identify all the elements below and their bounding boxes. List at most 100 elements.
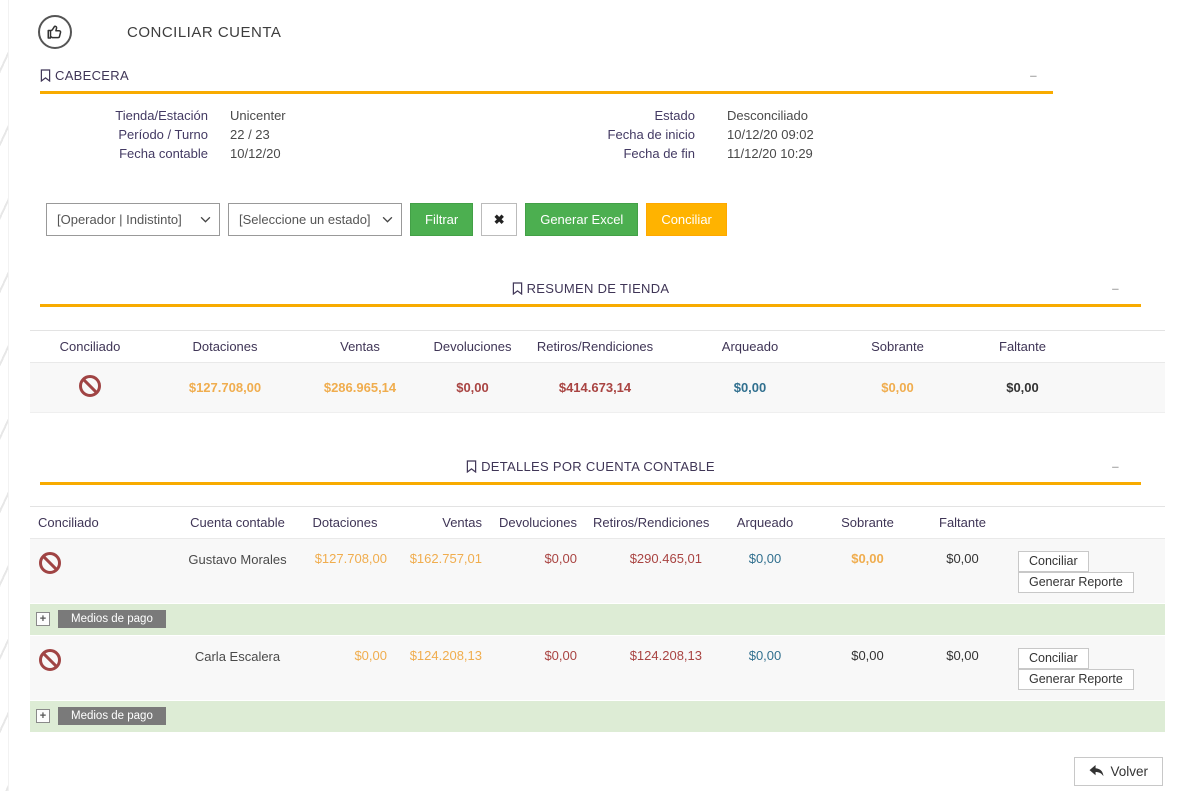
chevron-down-icon [382,216,393,223]
devoluciones: $0,00 [490,635,585,701]
col-devoluciones: Devoluciones [490,506,585,539]
volver-button[interactable]: Volver [1074,757,1163,786]
row-conciliar-button[interactable]: Conciliar [1018,551,1089,572]
bookmark-icon [512,282,522,295]
row-generar-reporte-button[interactable]: Generar Reporte [1018,572,1134,593]
medios-de-pago-button[interactable]: Medios de pago [58,707,166,725]
expand-plus-icon[interactable]: + [36,709,50,723]
medios-de-pago-row: + Medios de pago [30,603,1165,636]
resumen-retiros: $414.673,14 [525,362,665,413]
no-entry-icon [79,375,101,397]
resumen-faltante: $0,00 [960,362,1085,413]
col-retiros: Retiros/Rendiciones [585,506,710,539]
resumen-collapse-button[interactable]: – [1112,282,1119,295]
conciliar-button[interactable]: Conciliar [646,203,727,236]
cabecera-section: CABECERA – Tienda/Estación Unicenter Per… [40,68,1053,163]
field-estado: Estado Desconciliado [510,107,940,125]
ventas: $124.208,13 [395,635,490,701]
col-cuenta-contable: Cuenta contable [180,506,295,539]
field-fecha-fin: Fecha de fin 11/12/20 10:29 [510,145,940,163]
field-fecha-contable: Fecha contable 10/12/20 [40,145,510,163]
medios-de-pago-row: + Medios de pago [30,700,1165,733]
volver-label: Volver [1110,764,1148,779]
field-label: Tienda/Estación [115,108,208,123]
col-dotaciones: Dotaciones [150,330,300,363]
cuenta-contable: Carla Escalera [180,635,295,701]
field-fecha-inicio: Fecha de inicio 10/12/20 09:02 [510,126,940,144]
cuenta-contable: Gustavo Morales [180,538,295,604]
field-value: 11/12/20 10:29 [727,146,813,161]
chevron-down-icon [200,216,211,223]
field-value: Unicenter [230,108,286,123]
resumen-devoluciones: $0,00 [420,362,525,413]
resumen-sobrante: $0,00 [835,362,960,413]
state-select[interactable]: [Seleccione un estado] [228,203,402,236]
dotaciones: $0,00 [295,635,395,701]
field-tienda-estacion: Tienda/Estación Unicenter [40,107,510,125]
col-ventas: Ventas [395,506,490,539]
col-arqueado: Arqueado [665,330,835,363]
detalles-header-row: Conciliado Cuenta contable Dotaciones Ve… [30,506,1165,539]
bookmark-icon [40,69,51,82]
bookmark-icon [466,460,477,473]
resumen-ventas: $286.965,14 [300,362,420,413]
detalles-table: Conciliado Cuenta contable Dotaciones Ve… [30,506,1165,733]
field-label: Fecha de fin [623,146,695,161]
retiros: $124.208,13 [585,635,710,701]
faltante: $0,00 [915,635,1010,701]
footer: Volver [30,757,1165,786]
expand-plus-icon[interactable]: + [36,612,50,626]
row-generar-reporte-button[interactable]: Generar Reporte [1018,669,1134,690]
thumbs-up-icon [47,25,62,39]
filter-toolbar: [Operador | Indistinto] [Seleccione un e… [46,203,1165,236]
cabecera-collapse-button[interactable]: – [1030,69,1037,82]
operator-select[interactable]: [Operador | Indistinto] [46,203,220,236]
field-label: Fecha contable [119,146,208,161]
col-sobrante: Sobrante [820,506,915,539]
devoluciones: $0,00 [490,538,585,604]
generar-excel-button[interactable]: Generar Excel [525,203,639,236]
operator-select-value: [Operador | Indistinto] [57,212,182,227]
col-faltante: Faltante [915,506,1010,539]
cabecera-header: CABECERA – [40,68,1053,94]
page-header: CONCILIAR CUENTA [30,0,1165,58]
no-entry-icon [39,552,61,574]
col-dotaciones: Dotaciones [295,506,395,539]
detalles-section: DETALLES POR CUENTA CONTABLE – [40,459,1141,485]
field-label: Fecha de inicio [607,127,695,142]
field-label: Estado [654,108,695,123]
collapsed-sidebar[interactable] [0,0,9,791]
field-value: 22 / 23 [230,127,270,142]
arqueado: $0,00 [710,538,820,604]
col-devoluciones: Devoluciones [420,330,525,363]
detalle-row: Gustavo Morales $127.708,00 $162.757,01 … [30,538,1165,604]
medios-de-pago-button[interactable]: Medios de pago [58,610,166,628]
filtrar-button[interactable]: Filtrar [410,203,474,236]
row-conciliar-button[interactable]: Conciliar [1018,648,1089,669]
detalles-collapse-button[interactable]: – [1112,460,1119,473]
field-periodo-turno: Período / Turno 22 / 23 [40,126,510,144]
resumen-title: RESUMEN DE TIENDA [526,281,670,296]
resumen-header-row: Conciliado Dotaciones Ventas Devolucione… [30,330,1165,363]
field-value: 10/12/20 [230,146,281,161]
detalle-row: Carla Escalera $0,00 $124.208,13 $0,00 $… [30,635,1165,701]
back-arrow-icon [1090,765,1104,777]
dotaciones: $127.708,00 [295,538,395,604]
arqueado: $0,00 [710,635,820,701]
no-entry-icon [39,649,61,671]
retiros: $290.465,01 [585,538,710,604]
thumbs-up-button[interactable] [38,15,72,49]
field-value: 10/12/20 09:02 [727,127,814,142]
detalles-title: DETALLES POR CUENTA CONTABLE [481,459,715,474]
col-ventas: Ventas [300,330,420,363]
clear-filter-button[interactable]: ✖ [481,203,518,236]
cabecera-fields: Tienda/Estación Unicenter Período / Turn… [40,107,1053,163]
faltante: $0,00 [915,538,1010,604]
col-conciliado: Conciliado [30,330,150,363]
page-title: CONCILIAR CUENTA [127,23,282,41]
col-retiros: Retiros/Rendiciones [525,330,665,363]
col-conciliado: Conciliado [30,506,180,539]
cabecera-title: CABECERA [55,68,129,83]
state-select-value: [Seleccione un estado] [239,212,371,227]
resumen-arqueado: $0,00 [665,362,835,413]
